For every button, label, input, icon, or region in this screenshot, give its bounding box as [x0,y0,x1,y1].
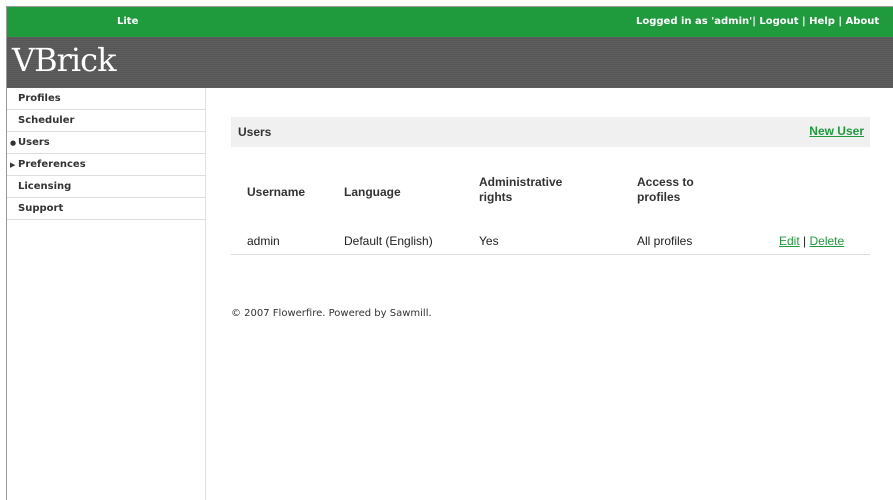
edition-label: Lite [117,16,139,27]
cell-language: Default (English) [344,234,433,248]
cell-access: All profiles [637,234,693,248]
logged-in-label: Logged in as 'admin' [636,16,753,27]
help-link[interactable]: Help [809,16,835,27]
app-frame: Lite Logged in as 'admin'| Logout | Help… [6,6,893,500]
bullet-icon: ● [10,139,17,147]
edit-link[interactable]: Edit [779,234,800,248]
brand-bar: VBrick [7,37,893,88]
separator: | [803,234,807,248]
sidebar-item-preferences[interactable]: ▶ Preferences [7,154,205,176]
section-title: Users [238,125,272,139]
sidebar-item-label: Profiles [18,93,61,104]
separator: | [801,16,806,27]
sidebar-item-label: Users [18,137,50,148]
sidebar-item-scheduler[interactable]: Scheduler [7,110,205,132]
sidebar-item-support[interactable]: Support [7,198,205,220]
sidebar-item-users[interactable]: ● Users [7,132,205,154]
footer-copyright: © 2007 Flowerfire. Powered by Sawmill. [231,308,432,319]
cell-username: admin [247,234,280,248]
logout-link[interactable]: Logout [759,16,798,27]
column-header-username: Username [247,185,306,199]
cell-admin-rights: Yes [479,234,499,248]
new-user-link[interactable]: New User [809,124,864,138]
row-actions: Edit | Delete [779,234,844,248]
sidebar: Profiles Scheduler ● Users ▶ Preferences L… [7,88,206,500]
about-link[interactable]: About [846,16,880,27]
separator: | [752,16,756,27]
sidebar-item-label: Scheduler [18,115,75,126]
section-header: Users New User [231,117,870,147]
sidebar-item-licensing[interactable]: Licensing [7,176,205,198]
column-header-language: Language [344,185,401,199]
top-bar: Lite Logged in as 'admin'| Logout | Help… [7,7,893,37]
sidebar-item-label: Licensing [18,181,72,192]
sidebar-item-label: Support [18,203,64,214]
vbrick-logo: VBrick [12,41,116,79]
sidebar-item-label: Preferences [18,159,86,170]
separator: | [838,16,843,27]
main-content: Users New User Username Language Adminis… [206,88,893,500]
expand-arrow-icon[interactable]: ▶ [10,154,18,176]
column-header-access: Access to profiles [637,175,694,204]
sidebar-item-profiles[interactable]: Profiles [7,88,205,110]
delete-link[interactable]: Delete [810,234,845,248]
row-divider [231,254,870,255]
column-header-admin-rights: Administrative rights [479,175,563,204]
session-links: Logged in as 'admin'| Logout | Help | Ab… [636,16,879,27]
